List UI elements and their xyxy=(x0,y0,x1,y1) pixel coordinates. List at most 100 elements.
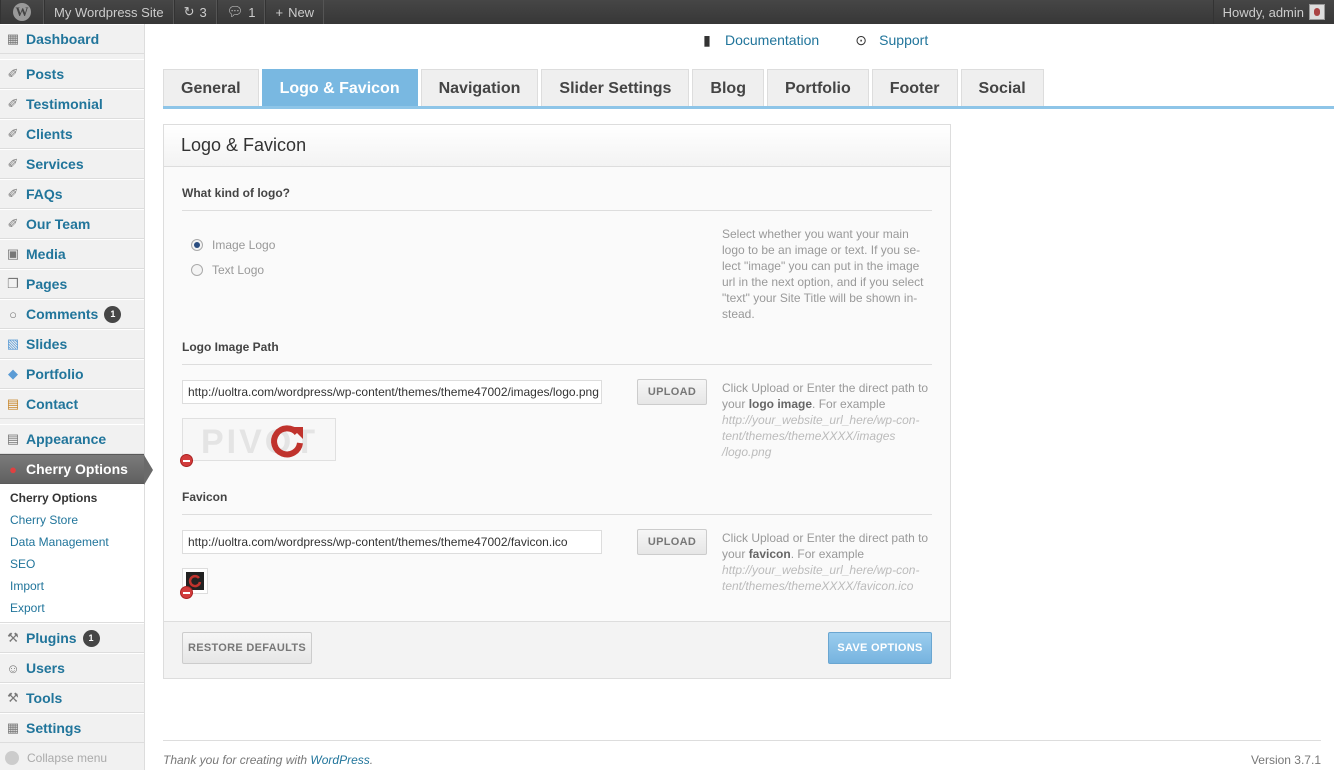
sidebar-item-label: Testimonial xyxy=(26,96,103,112)
sidebar-item-portfolio[interactable]: ◆ Portfolio xyxy=(0,359,144,389)
submenu-cherry-store[interactable]: Cherry Store xyxy=(0,509,144,531)
tab-social[interactable]: Social xyxy=(960,69,1044,107)
pin-icon: ✐ xyxy=(7,216,19,231)
sidebar-item-our-team[interactable]: ✐ Our Team xyxy=(0,209,144,239)
sidebar-item-appearance[interactable]: ▤ Appearance xyxy=(0,424,144,454)
submenu-seo[interactable]: SEO xyxy=(0,553,144,575)
sidebar-item-tools[interactable]: ⚒ Tools xyxy=(0,683,144,713)
panel-footer: RESTORE DEFAULTS SAVE OPTIONS xyxy=(164,621,950,678)
radio-label: Image Logo xyxy=(212,237,276,252)
sidebar-item-label: Users xyxy=(26,660,65,676)
tab-portfolio[interactable]: Portfolio xyxy=(766,69,869,107)
slides-icon: ▧ xyxy=(6,336,20,351)
sidebar-item-media[interactable]: ▣ Media xyxy=(0,239,144,269)
remove-logo-icon[interactable] xyxy=(180,454,193,467)
tab-general[interactable]: General xyxy=(163,69,259,107)
sidebar-item-services[interactable]: ✐ Services xyxy=(0,149,144,179)
main-content: ▮ Documentation ⊙ Support General Logo &… xyxy=(163,24,1334,770)
sidebar-item-dashboard[interactable]: ▦ Dashboard xyxy=(0,24,144,54)
documentation-link[interactable]: ▮ Documentation xyxy=(699,32,819,48)
comments-link[interactable]: 💬︎ 1 xyxy=(216,0,266,24)
sidebar-item-contact[interactable]: ▤ Contact xyxy=(0,389,144,419)
footer-thanks-text: Thank you for creating with xyxy=(163,753,308,767)
radio-button-selected[interactable] xyxy=(191,238,203,251)
example-line: /logo.png xyxy=(722,444,934,460)
sidebar-item-posts[interactable]: ✐ Posts xyxy=(0,59,144,89)
sidebar-item-label: Cherry Options xyxy=(26,461,128,477)
example-text: http://your_website_url_here/wp-con- xyxy=(722,413,920,427)
radio-button[interactable] xyxy=(191,263,203,276)
example-line: tent/themes/themeXXXX/favicon.ico xyxy=(722,578,934,594)
howdy-label: Howdy, admin xyxy=(1222,4,1304,20)
dashboard-icon: ▦ xyxy=(6,31,20,46)
submenu-data-management[interactable]: Data Management xyxy=(0,531,144,553)
desc-suffix: . For example xyxy=(790,547,865,561)
sidebar-item-label: Dashboard xyxy=(26,31,100,47)
logo-kind-title: What kind of logo? xyxy=(182,186,932,211)
comments-badge: 1 xyxy=(104,305,122,323)
tab-logo-favicon[interactable]: Logo & Favicon xyxy=(261,69,418,107)
tab-navigation[interactable]: Navigation xyxy=(420,69,539,107)
favicon-description: Click Upload or Enter the direct path to… xyxy=(722,530,934,594)
sidebar-item-faqs[interactable]: ✐ FAQs xyxy=(0,179,144,209)
updates-icon: ↻ xyxy=(183,4,195,19)
collapse-menu-button[interactable]: Collapse menu xyxy=(0,743,144,770)
remove-favicon-icon[interactable] xyxy=(180,586,193,599)
save-options-button[interactable]: SAVE OPTIONS xyxy=(828,632,932,664)
my-account-menu[interactable]: Howdy, admin xyxy=(1212,0,1334,24)
options-panel: Logo & Favicon What kind of logo? Image … xyxy=(163,124,951,679)
sidebar-item-settings[interactable]: ▦ Settings xyxy=(0,713,144,743)
restore-defaults-button[interactable]: RESTORE DEFAULTS xyxy=(182,632,312,664)
sidebar-item-label: Portfolio xyxy=(26,366,84,382)
desc-line: Click Upload or Enter the direct path to xyxy=(722,531,929,545)
desc-line: url in the next option, and if you selec… xyxy=(722,275,924,289)
sidebar-item-label: Services xyxy=(26,156,84,172)
updates-link[interactable]: ↻ 3 xyxy=(173,0,217,24)
wordpress-logo-menu[interactable]: W xyxy=(0,0,44,24)
desc-line: lect "image" you can put in the image xyxy=(722,259,920,273)
collapse-arrow-icon xyxy=(5,751,19,765)
support-link[interactable]: ⊙ Support xyxy=(853,32,928,48)
site-name-link[interactable]: My Wordpress Site xyxy=(44,0,174,24)
new-content-link[interactable]: + New xyxy=(265,0,325,24)
radio-text-logo[interactable]: Text Logo xyxy=(182,257,275,282)
logo-upload-button[interactable]: UPLOAD xyxy=(637,379,707,405)
favicon-path-input[interactable]: http://uoltra.com/wordpress/wp-content/t… xyxy=(182,530,602,554)
favicon-upload-button[interactable]: UPLOAD xyxy=(637,529,707,555)
cherry-options-submenu: Cherry Options Cherry Store Data Managem… xyxy=(0,484,144,623)
desc-suffix: . For example xyxy=(812,397,886,411)
logo-path-input[interactable]: http://uoltra.com/wordpress/wp-content/t… xyxy=(182,380,602,404)
desc-your: your xyxy=(722,397,746,411)
plugins-badge: 1 xyxy=(82,629,100,647)
tab-slider-settings[interactable]: Slider Settings xyxy=(541,69,690,107)
submenu-import[interactable]: Import xyxy=(0,575,144,597)
sidebar-item-clients[interactable]: ✐ Clients xyxy=(0,119,144,149)
sidebar-item-plugins[interactable]: ⚒ Plugins 1 xyxy=(0,623,144,653)
tab-blog[interactable]: Blog xyxy=(692,69,764,107)
help-links: ▮ Documentation ⊙ Support xyxy=(699,32,928,48)
desc-line: Select whether you want your main xyxy=(722,227,909,241)
tab-footer[interactable]: Footer xyxy=(871,69,958,107)
wordpress-link[interactable]: WordPress xyxy=(310,753,369,767)
support-label: Support xyxy=(879,32,929,48)
sidebar-item-label: Media xyxy=(26,246,66,262)
sidebar-item-comments[interactable]: ○ Comments 1 xyxy=(0,299,144,329)
submenu-export[interactable]: Export xyxy=(0,597,144,619)
cherry-icon: ● xyxy=(9,461,17,477)
book-icon: ▮ xyxy=(703,32,711,48)
sidebar-item-cherry-options[interactable]: ● Cherry Options xyxy=(0,454,153,485)
users-icon: ☺ xyxy=(6,660,20,676)
sidebar-item-slides[interactable]: ▧ Slides xyxy=(0,329,144,359)
sidebar-item-label: Plugins xyxy=(26,630,77,646)
radio-image-logo[interactable]: Image Logo xyxy=(182,232,275,257)
desc-line: "text" your Site Title will be shown in- xyxy=(722,291,918,305)
tab-underline xyxy=(163,106,1334,109)
updates-count: 3 xyxy=(199,4,207,20)
sidebar-item-testimonial[interactable]: ✐ Testimonial xyxy=(0,89,144,119)
sidebar-item-pages[interactable]: ❐ Pages xyxy=(0,269,144,299)
pin-icon: ✐ xyxy=(7,186,19,201)
sidebar-item-users[interactable]: ☺ Users xyxy=(0,653,144,683)
submenu-cherry-options[interactable]: Cherry Options xyxy=(0,487,144,509)
sidebar-item-label: Settings xyxy=(26,720,82,736)
new-label: New xyxy=(288,4,315,20)
